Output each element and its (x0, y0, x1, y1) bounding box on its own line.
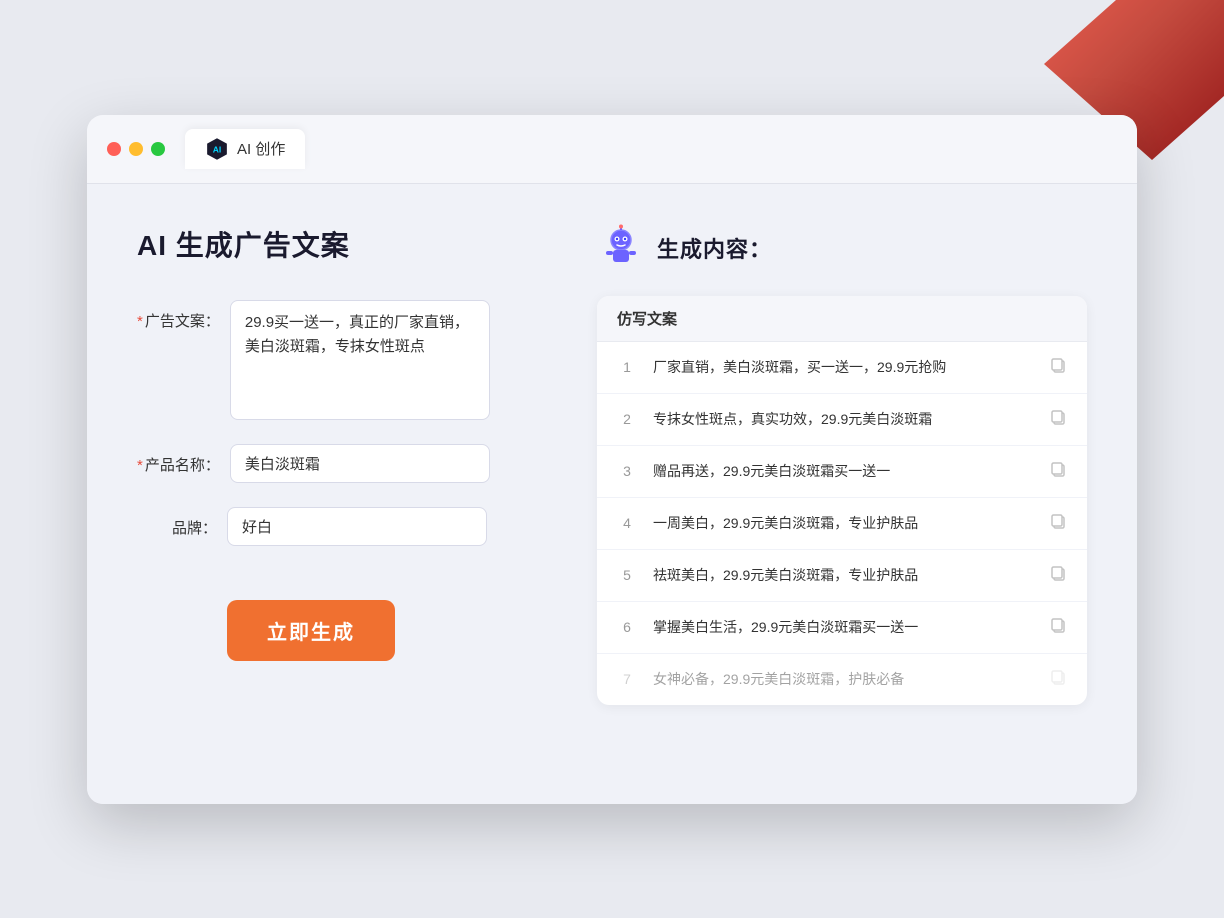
ad-copy-group: *广告文案： (137, 300, 537, 420)
brand-group: 品牌： (137, 507, 537, 546)
generate-button[interactable]: 立即生成 (227, 600, 395, 661)
main-content: AI 生成广告文案 *广告文案： *产品名称： 品牌： 立 (87, 184, 1137, 804)
brand-input[interactable] (227, 507, 487, 546)
title-bar: AI AI 创作 (87, 115, 1137, 184)
row-text: 厂家直销，美白淡斑霜，买一送一，29.9元抢购 (653, 357, 1033, 378)
required-star-2: * (137, 457, 143, 474)
maximize-button[interactable] (151, 142, 165, 156)
row-text: 掌握美白生活，29.9元美白淡斑霜买一送一 (653, 617, 1033, 638)
row-number: 6 (617, 619, 637, 635)
copy-icon[interactable] (1049, 408, 1067, 431)
row-text: 赠品再送，29.9元美白淡斑霜买一送一 (653, 461, 1033, 482)
ai-tab-icon: AI (205, 137, 229, 161)
row-text: 专抹女性斑点，真实功效，29.9元美白淡斑霜 (653, 409, 1033, 430)
copy-icon[interactable] (1049, 460, 1067, 483)
row-text: 女神必备，29.9元美白淡斑霜，护肤必备 (653, 669, 1033, 690)
row-number: 3 (617, 463, 637, 479)
copy-icon[interactable] (1049, 668, 1067, 691)
table-row: 6 掌握美白生活，29.9元美白淡斑霜买一送一 (597, 602, 1087, 654)
row-number: 4 (617, 515, 637, 531)
result-rows-container: 1 厂家直销，美白淡斑霜，买一送一，29.9元抢购 2 专抹女性斑点，真实功效，29… (597, 342, 1087, 705)
ad-copy-input[interactable] (230, 300, 490, 420)
right-panel: 生成内容： 仿写文案 1 厂家直销，美白淡斑霜，买一送一，29.9元抢购 2 专抹女… (597, 224, 1087, 764)
table-header: 仿写文案 (597, 296, 1087, 342)
result-table: 仿写文案 1 厂家直销，美白淡斑霜，买一送一，29.9元抢购 2 专抹女性斑点，真实… (597, 296, 1087, 705)
traffic-lights (107, 142, 165, 156)
table-row: 3 赠品再送，29.9元美白淡斑霜买一送一 (597, 446, 1087, 498)
product-name-input[interactable] (230, 444, 490, 483)
copy-icon[interactable] (1049, 616, 1067, 639)
copy-icon[interactable] (1049, 512, 1067, 535)
row-number: 7 (617, 671, 637, 687)
ad-copy-label: *广告文案： (137, 300, 220, 331)
browser-window: AI AI 创作 AI 生成广告文案 *广告文案： *产品名称： (87, 115, 1137, 804)
row-number: 2 (617, 411, 637, 427)
brand-label: 品牌： (137, 507, 217, 538)
row-text: 祛斑美白，29.9元美白淡斑霜，专业护肤品 (653, 565, 1033, 586)
left-panel: AI 生成广告文案 *广告文案： *产品名称： 品牌： 立 (137, 224, 537, 764)
ai-creation-tab[interactable]: AI AI 创作 (185, 129, 305, 169)
table-row: 4 一周美白，29.9元美白淡斑霜，专业护肤品 (597, 498, 1087, 550)
minimize-button[interactable] (129, 142, 143, 156)
close-button[interactable] (107, 142, 121, 156)
product-name-label: *产品名称： (137, 444, 220, 475)
result-header: 生成内容： (597, 224, 1087, 272)
page-title: AI 生成广告文案 (137, 224, 537, 264)
table-row: 2 专抹女性斑点，真实功效，29.9元美白淡斑霜 (597, 394, 1087, 446)
product-name-group: *产品名称： (137, 444, 537, 483)
table-row: 7 女神必备，29.9元美白淡斑霜，护肤必备 (597, 654, 1087, 705)
robot-icon (597, 224, 645, 272)
copy-icon[interactable] (1049, 564, 1067, 587)
result-title: 生成内容： (657, 232, 772, 264)
tab-label: AI 创作 (237, 138, 285, 159)
table-row: 1 厂家直销，美白淡斑霜，买一送一，29.9元抢购 (597, 342, 1087, 394)
table-row: 5 祛斑美白，29.9元美白淡斑霜，专业护肤品 (597, 550, 1087, 602)
row-number: 1 (617, 359, 637, 375)
row-number: 5 (617, 567, 637, 583)
svg-text:AI: AI (213, 144, 222, 154)
required-star: * (137, 313, 143, 330)
row-text: 一周美白，29.9元美白淡斑霜，专业护肤品 (653, 513, 1033, 534)
copy-icon[interactable] (1049, 356, 1067, 379)
